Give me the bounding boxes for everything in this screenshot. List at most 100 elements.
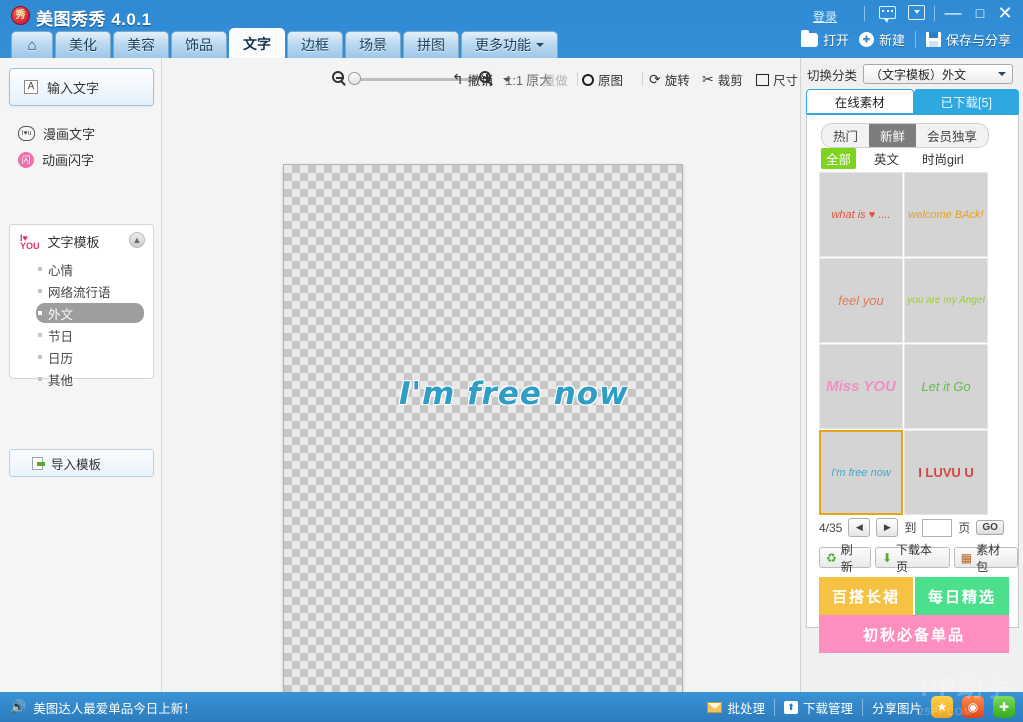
thumbnail-item[interactable]: I LUVU U bbox=[904, 430, 988, 515]
go-button[interactable]: GO bbox=[976, 520, 1004, 535]
sort-pill-group: 热门 新鲜 会员独享 bbox=[821, 123, 989, 148]
login-link[interactable]: 登录 bbox=[813, 8, 837, 25]
undo-chevron-down-icon[interactable] bbox=[503, 78, 511, 82]
application-window: 秀 美图秀秀 4.0.1 登录 — □ ✕ ⌂ 美化 美容 饰品 文字 边框 场… bbox=[0, 0, 1023, 722]
original-image-button[interactable]: 原图 bbox=[582, 70, 623, 89]
content-area: A 输入文字 I♥u 漫画文字 闪 动画闪字 I♥YOU 文字模板 ▲ 心情 网… bbox=[0, 58, 1023, 692]
download-icon: ⬇ bbox=[882, 551, 892, 565]
tab-frame[interactable]: 边框 bbox=[287, 31, 343, 58]
redo-label: 重做 bbox=[543, 70, 568, 89]
canvas-text-layer[interactable]: I'm free now bbox=[399, 376, 629, 412]
social-weibo-icon[interactable]: ◉ bbox=[962, 696, 984, 718]
tab-retouch[interactable]: 美容 bbox=[113, 31, 169, 58]
material-action-row: ♻ 刷新 ⬇ 下载本页 ▦ 素材包 bbox=[819, 547, 1018, 568]
thumbnail-item-selected[interactable]: I'm free now bbox=[819, 430, 903, 515]
tab-online-materials[interactable]: 在线素材 bbox=[806, 89, 914, 113]
download-manager-button[interactable]: ⬆ 下载管理 bbox=[784, 698, 853, 717]
thumbnail-item[interactable]: Let it Go bbox=[904, 344, 988, 429]
thumbnail-item[interactable]: welcome BAck! bbox=[904, 172, 988, 257]
filter-fashion-girl[interactable]: 时尚girl bbox=[917, 148, 969, 169]
thumbnail-grid: what is ♥ .... welcome BAck! feel you yo… bbox=[819, 172, 1005, 515]
circle-icon bbox=[582, 74, 594, 86]
category-switcher: 切换分类 （文字模板）外文 bbox=[807, 64, 1013, 84]
envelope-icon bbox=[707, 702, 722, 713]
chevron-down-icon bbox=[536, 43, 544, 47]
pill-vip[interactable]: 会员独享 bbox=[916, 124, 988, 147]
sidebar-subitem-mood[interactable]: 心情 bbox=[36, 259, 144, 279]
text-template-title: 文字模板 bbox=[48, 232, 100, 251]
thumbnail-item[interactable]: you are my Angel bbox=[904, 258, 988, 343]
sidebar-subitem-internet-slang[interactable]: 网络流行语 bbox=[36, 281, 144, 301]
ad-banner-autumn[interactable]: 初秋必备单品 bbox=[819, 615, 1009, 653]
chevron-up-icon[interactable]: ▲ bbox=[129, 232, 145, 248]
open-button[interactable]: 打开 bbox=[801, 30, 849, 49]
crop-button[interactable]: ✂ 裁剪 bbox=[702, 70, 743, 89]
category-select[interactable]: （文字模板）外文 bbox=[863, 64, 1013, 84]
zoom-out-icon[interactable] bbox=[332, 71, 349, 88]
tab-downloaded[interactable]: 已下载[5] bbox=[914, 89, 1020, 113]
download-manager-label: 下载管理 bbox=[803, 698, 853, 717]
text-a-icon: A bbox=[24, 80, 38, 94]
thumbnail-item[interactable]: feel you bbox=[819, 258, 903, 343]
social-wechat-icon[interactable]: ✚ bbox=[993, 696, 1015, 718]
feedback-bubble-icon[interactable] bbox=[879, 6, 896, 19]
batch-process-button[interactable]: 批处理 bbox=[707, 698, 765, 717]
sidebar-subitem-foreign[interactable]: 外文 bbox=[36, 303, 144, 323]
import-template-button[interactable]: 导入模板 bbox=[9, 449, 154, 477]
sidebar-subitem-calendar[interactable]: 日历 bbox=[36, 347, 144, 367]
thumbnail-item[interactable]: Miss YOU bbox=[819, 344, 903, 429]
rotate-button[interactable]: ⟳ 旋转 bbox=[649, 70, 690, 89]
new-button[interactable]: + 新建 bbox=[859, 30, 905, 49]
zoom-slider-handle[interactable] bbox=[348, 72, 361, 85]
image-canvas[interactable]: I'm free now bbox=[283, 164, 683, 697]
page-unit-label: 页 bbox=[958, 519, 970, 536]
redo-button[interactable]: ↱ 重做 bbox=[527, 70, 568, 89]
crop-label: 裁剪 bbox=[718, 70, 743, 89]
sidebar-subitem-other[interactable]: 其他 bbox=[36, 369, 144, 389]
next-page-button[interactable]: ▶ bbox=[876, 518, 898, 537]
sidebar-item-comic-text[interactable]: I♥u 漫画文字 bbox=[18, 124, 95, 143]
refresh-button[interactable]: ♻ 刷新 bbox=[819, 547, 871, 568]
social-qzone-icon[interactable]: ★ bbox=[931, 696, 953, 718]
share-image-button[interactable]: 分享图片 bbox=[872, 698, 922, 717]
file-actions: 打开 + 新建 保存与分享 bbox=[801, 30, 1011, 49]
ad-banner-daily[interactable]: 每日精选 bbox=[915, 577, 1009, 615]
dropdown-menu-icon[interactable] bbox=[908, 5, 925, 20]
thumbnail-label: you are my Angel bbox=[907, 295, 984, 306]
size-button[interactable]: 尺寸 bbox=[756, 70, 798, 89]
open-label: 打开 bbox=[823, 30, 849, 49]
sidebar-item-animated-text[interactable]: 闪 动画闪字 bbox=[18, 150, 94, 169]
tab-home[interactable]: ⌂ bbox=[11, 31, 53, 58]
prev-page-button[interactable]: ◀ bbox=[848, 518, 870, 537]
ad-banner-dress[interactable]: 百搭长裙 bbox=[819, 577, 913, 615]
sidebar-subitem-holiday[interactable]: 节日 bbox=[36, 325, 144, 345]
titlebar-divider-1 bbox=[864, 6, 865, 21]
pill-new[interactable]: 新鲜 bbox=[869, 124, 916, 147]
undo-label: 撤销 bbox=[468, 70, 493, 89]
folder-icon bbox=[801, 33, 818, 47]
download-page-button[interactable]: ⬇ 下载本页 bbox=[875, 547, 950, 568]
input-text-button[interactable]: A 输入文字 bbox=[9, 68, 154, 106]
tab-scene[interactable]: 场景 bbox=[345, 31, 401, 58]
pill-hot[interactable]: 热门 bbox=[822, 124, 869, 147]
thumbnail-item[interactable]: what is ♥ .... bbox=[819, 172, 903, 257]
material-package-button[interactable]: ▦ 素材包 bbox=[954, 547, 1018, 568]
tab-text[interactable]: 文字 bbox=[229, 28, 285, 58]
filter-english[interactable]: 英文 bbox=[869, 148, 904, 169]
thumbnail-label: Let it Go bbox=[921, 379, 970, 394]
page-number-input[interactable] bbox=[922, 519, 952, 537]
save-share-button[interactable]: 保存与分享 bbox=[926, 30, 1011, 49]
undo-button[interactable]: ↰ 撤销 bbox=[452, 70, 511, 89]
minimize-button[interactable]: — bbox=[940, 3, 966, 23]
tab-beautify[interactable]: 美化 bbox=[55, 31, 111, 58]
tab-decor[interactable]: 饰品 bbox=[171, 31, 227, 58]
ticker-text[interactable]: 美图达人最爱单品今日上新！ bbox=[33, 698, 196, 717]
animated-heart-icon: 闪 bbox=[18, 152, 34, 168]
app-logo-icon: 秀 bbox=[11, 6, 30, 25]
maximize-button[interactable]: □ bbox=[967, 3, 993, 23]
text-template-header[interactable]: I♥YOU 文字模板 bbox=[20, 232, 100, 251]
filter-all[interactable]: 全部 bbox=[821, 148, 856, 169]
tab-more[interactable]: 更多功能 bbox=[461, 31, 558, 58]
close-button[interactable]: ✕ bbox=[992, 3, 1018, 23]
tab-collage[interactable]: 拼图 bbox=[403, 31, 459, 58]
